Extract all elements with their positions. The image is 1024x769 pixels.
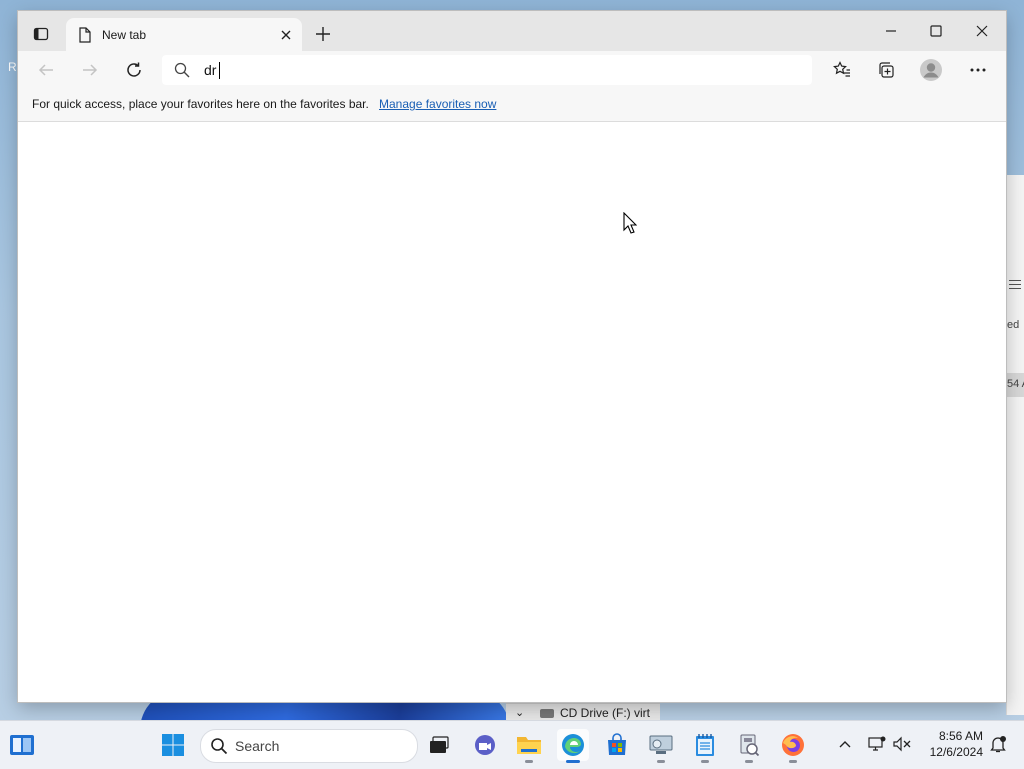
firefox-button[interactable]: [777, 729, 809, 763]
tab-new-tab[interactable]: New tab: [66, 18, 302, 51]
refresh-icon: [127, 62, 141, 77]
chat-button[interactable]: [469, 729, 501, 761]
running-indicator: [657, 760, 665, 763]
page-icon: [79, 27, 91, 43]
clock-date: 12/6/2024: [929, 745, 983, 759]
windows-logo-icon: [162, 734, 184, 756]
network-button[interactable]: [866, 733, 888, 755]
taskbar-search[interactable]: Search: [200, 729, 418, 763]
background-window-text: 54 A: [1007, 378, 1024, 390]
firefox-icon: [782, 734, 804, 756]
volume-button[interactable]: [891, 733, 913, 755]
maximize-button[interactable]: [921, 19, 951, 43]
search-label: Search: [235, 738, 280, 754]
text-caret: [219, 62, 220, 79]
start-button[interactable]: [157, 729, 189, 761]
close-tab-button[interactable]: [278, 27, 294, 43]
close-icon: [281, 30, 291, 40]
device-app-button[interactable]: [733, 729, 765, 763]
star-list-icon: [833, 61, 850, 77]
running-indicator: [701, 760, 709, 763]
tab-title: New tab: [102, 28, 147, 42]
task-view-icon: [430, 736, 449, 753]
widgets-button[interactable]: [6, 729, 38, 761]
edge-browser-window: New tab dr For quick access, place your …: [18, 11, 1006, 702]
chevron-down-icon: ⌄: [515, 707, 525, 719]
manage-favorites-link[interactable]: Manage favorites now: [379, 97, 496, 111]
collections-button[interactable]: [872, 57, 900, 83]
speaker-muted-icon: [893, 736, 911, 752]
refresh-button[interactable]: [120, 57, 148, 83]
task-view-button[interactable]: [423, 729, 455, 761]
profile-button[interactable]: [917, 57, 945, 83]
new-tab-button[interactable]: [312, 23, 334, 45]
taskbar: Search 8:56 AM 12/6/2024: [0, 720, 1024, 769]
title-bar: New tab: [18, 11, 1006, 51]
store-button[interactable]: [601, 729, 633, 761]
running-indicator: [525, 760, 533, 763]
favorites-bar-message: For quick access, place your favorites h…: [32, 97, 369, 111]
page-content: [18, 122, 1006, 702]
plus-icon: [316, 27, 330, 41]
collections-icon: [879, 62, 894, 78]
close-window-button[interactable]: [967, 19, 997, 43]
bell-icon: [990, 736, 1006, 753]
address-input[interactable]: [204, 60, 794, 80]
file-explorer-button[interactable]: [513, 729, 545, 763]
background-explorer-item: ⌄ CD Drive (F:) virt: [506, 703, 660, 721]
disk-cleanup-icon: [649, 735, 673, 754]
clock-time: 8:56 AM: [938, 729, 983, 743]
minimize-button[interactable]: [876, 19, 906, 43]
search-icon: [174, 62, 190, 78]
back-button[interactable]: [32, 57, 60, 83]
background-window-text: ed: [1007, 319, 1020, 331]
back-arrow-icon: [38, 64, 53, 76]
drive-icon: [540, 709, 554, 718]
notepad-icon: [696, 734, 714, 756]
teams-chat-icon: [475, 735, 495, 755]
tab-actions-icon: [33, 27, 49, 41]
show-hidden-icons-button[interactable]: [834, 733, 856, 755]
forward-button[interactable]: [76, 57, 104, 83]
close-icon: [976, 25, 988, 37]
more-options-icon: [970, 68, 986, 72]
settings-app-button[interactable]: [645, 729, 677, 763]
network-icon: [868, 736, 886, 751]
address-bar[interactable]: [162, 55, 812, 85]
minimize-icon: [886, 30, 896, 32]
chevron-up-icon: [839, 741, 851, 748]
tab-actions-button[interactable]: [28, 23, 54, 45]
avatar-icon: [920, 59, 942, 81]
edge-button[interactable]: [557, 729, 589, 763]
system-clock[interactable]: 8:56 AM 12/6/2024: [921, 728, 983, 760]
notifications-button[interactable]: [987, 733, 1009, 755]
running-indicator: [789, 760, 797, 763]
folder-icon: [517, 737, 541, 754]
favorites-bar: For quick access, place your favorites h…: [18, 89, 1006, 122]
edge-icon: [562, 734, 584, 756]
store-icon: [608, 733, 626, 755]
device-manager-icon: [740, 734, 760, 757]
search-icon: [211, 738, 228, 755]
active-indicator: [566, 760, 580, 763]
maximize-icon: [930, 25, 942, 37]
widgets-icon: [10, 735, 34, 755]
settings-and-more-button[interactable]: [964, 57, 992, 83]
background-window-edge: ed 54 A: [1006, 175, 1024, 715]
forward-arrow-icon: [83, 64, 98, 76]
notepad-button[interactable]: [689, 729, 721, 763]
favorites-button[interactable]: [828, 57, 856, 83]
navigation-toolbar: [18, 51, 1006, 89]
mouse-cursor-icon: [623, 212, 637, 234]
desktop-icon-fragment: R: [8, 60, 17, 74]
running-indicator: [745, 760, 753, 763]
